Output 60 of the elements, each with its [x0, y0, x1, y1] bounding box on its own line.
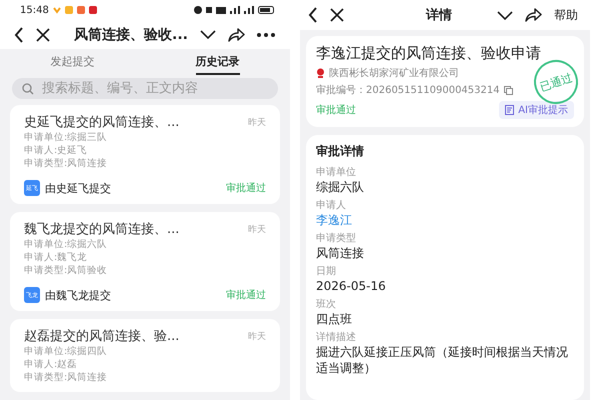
- close-icon[interactable]: [36, 28, 50, 42]
- back-icon[interactable]: [308, 7, 318, 23]
- record-field: 申请单位:综掘六队: [24, 238, 266, 251]
- search-field[interactable]: 搜索标题、编号、正文内容: [12, 78, 278, 99]
- more-icon[interactable]: [256, 32, 275, 36]
- field-label: 详情描述: [316, 331, 357, 344]
- battery-icon: [258, 6, 274, 14]
- back-icon[interactable]: [14, 26, 24, 42]
- record-field: 申请类型:风筒验收: [24, 264, 266, 277]
- record-card[interactable]: 赵磊提交的风筒连接、验... 昨天 申请单位:综掘四队 申请人:赵磊 申请类型:风筒连接: [10, 319, 280, 392]
- field-label: 日期: [316, 265, 337, 278]
- record-field: 申请单位:综掘三队: [24, 131, 266, 144]
- close-icon[interactable]: [330, 8, 344, 22]
- document-icon: [505, 105, 516, 115]
- share-icon[interactable]: [228, 28, 245, 42]
- tab[interactable]: 历史记录: [196, 50, 240, 75]
- approval-status: 审批通过: [316, 104, 356, 117]
- record-field: 申请类型:风筒连接: [24, 371, 266, 384]
- field-value: 四点班: [316, 311, 353, 327]
- page-title: 风筒连接、验收...: [74, 26, 188, 44]
- field-label: 申请类型: [316, 232, 357, 245]
- field-value: 风筒连接: [316, 245, 365, 261]
- record-date: 昨天: [248, 330, 266, 342]
- record-title: 史延飞提交的风筒连接、...: [24, 114, 180, 131]
- field-label: 申请人: [316, 199, 347, 212]
- record-date: 昨天: [248, 224, 266, 236]
- signal-icon: [244, 6, 254, 14]
- submitter-text: 由史延飞提交: [45, 180, 112, 196]
- approval-status: 审批通过: [226, 182, 266, 195]
- clock-time: 15:48: [20, 4, 49, 16]
- field-value: 掘进六队延接正压风筒（延接时间根据当天情况适当调整）: [316, 344, 569, 376]
- record-title: 赵磊提交的风筒连接、验...: [24, 328, 180, 345]
- tab[interactable]: 发起提交: [50, 50, 94, 75]
- company-logo-icon: [316, 68, 325, 78]
- ai-hint-button[interactable]: AI审批提示: [499, 101, 574, 119]
- field-label: 班次: [316, 298, 337, 311]
- approval-number: 审批编号：202605151109000453214: [316, 84, 500, 97]
- page-title: 详情: [426, 6, 452, 24]
- record-field: 申请人:史延飞: [24, 144, 266, 157]
- field-value[interactable]: 李逸江: [316, 212, 574, 228]
- record-field: 申请人:赵磊: [24, 358, 266, 371]
- search-icon: [22, 82, 34, 95]
- chevron-down-icon[interactable]: [200, 30, 216, 39]
- record-title: 魏飞龙提交的风筒连接、...: [24, 221, 180, 238]
- approval-status: 审批通过: [226, 288, 266, 302]
- company-name: 陕西彬长胡家河矿业有限公司: [329, 66, 459, 80]
- section-heading: 审批详情: [316, 143, 365, 160]
- submitter-text: 由魏飞龙提交: [45, 288, 112, 302]
- share-icon[interactable]: [525, 8, 542, 22]
- help-link[interactable]: 帮助: [554, 6, 578, 24]
- signal-icon: [230, 6, 240, 14]
- field-value: 综掘六队: [316, 179, 365, 195]
- field-label: 申请单位: [316, 166, 357, 179]
- field-value: 2026-05-16: [316, 278, 387, 294]
- record-field: 申请单位:综掘四队: [24, 345, 266, 358]
- copy-icon[interactable]: [504, 86, 513, 94]
- chevron-down-icon[interactable]: [497, 10, 513, 20]
- record-field: 申请类型:风筒连接: [24, 157, 266, 170]
- record-field: 申请人:魏飞龙: [24, 251, 266, 264]
- record-date: 昨天: [248, 116, 266, 128]
